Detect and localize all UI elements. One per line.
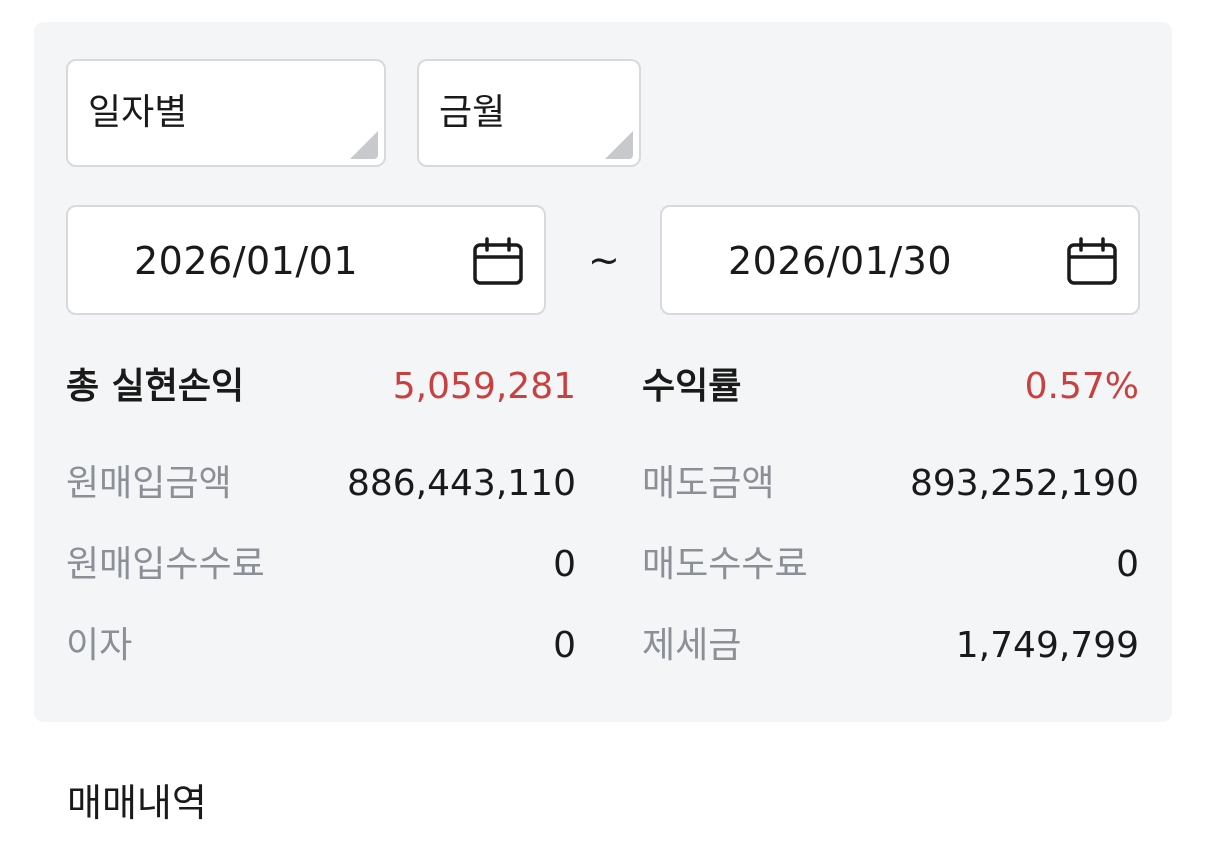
taxes-value: 1,749,799 — [955, 625, 1139, 666]
start-date-value: 2026/01/01 — [134, 239, 359, 283]
total-realized-pnl-label: 총 실현손익 — [66, 366, 245, 407]
month-select[interactable]: 금월 — [417, 59, 641, 167]
dropdown-corner-icon — [350, 131, 378, 159]
calendar-icon[interactable] — [470, 235, 526, 291]
summary-panel: 일자별 금월 2026/01/01 ~ 2026/01/30 총 실현손익 5,… — [34, 22, 1172, 722]
purchase-fee-label: 원매입수수료 — [66, 544, 265, 585]
sell-amount-label: 매도금액 — [642, 463, 775, 504]
return-rate-value: 0.57% — [1024, 366, 1139, 407]
period-type-select[interactable]: 일자별 — [66, 59, 386, 167]
sell-fee-label: 매도수수료 — [642, 544, 808, 585]
purchase-amount-label: 원매입금액 — [66, 463, 232, 504]
interest-value: 0 — [553, 625, 576, 666]
return-rate-label: 수익률 — [642, 366, 742, 407]
dropdown-corner-icon — [605, 131, 633, 159]
total-realized-pnl-value: 5,059,281 — [392, 366, 576, 407]
period-type-label: 일자별 — [88, 92, 188, 133]
start-date-field[interactable]: 2026/01/01 — [66, 205, 546, 315]
sell-fee-value: 0 — [1116, 544, 1139, 585]
date-range-separator: ~ — [588, 238, 620, 282]
month-label: 금월 — [439, 92, 506, 133]
end-date-value: 2026/01/30 — [728, 239, 953, 283]
taxes-label: 제세금 — [642, 625, 742, 666]
trade-history-title: 매매내역 — [67, 781, 207, 825]
interest-label: 이자 — [66, 625, 133, 666]
purchase-amount-value: 886,443,110 — [346, 463, 576, 504]
calendar-icon[interactable] — [1064, 235, 1120, 291]
sell-amount-value: 893,252,190 — [909, 463, 1139, 504]
purchase-fee-value: 0 — [553, 544, 576, 585]
end-date-field[interactable]: 2026/01/30 — [660, 205, 1140, 315]
